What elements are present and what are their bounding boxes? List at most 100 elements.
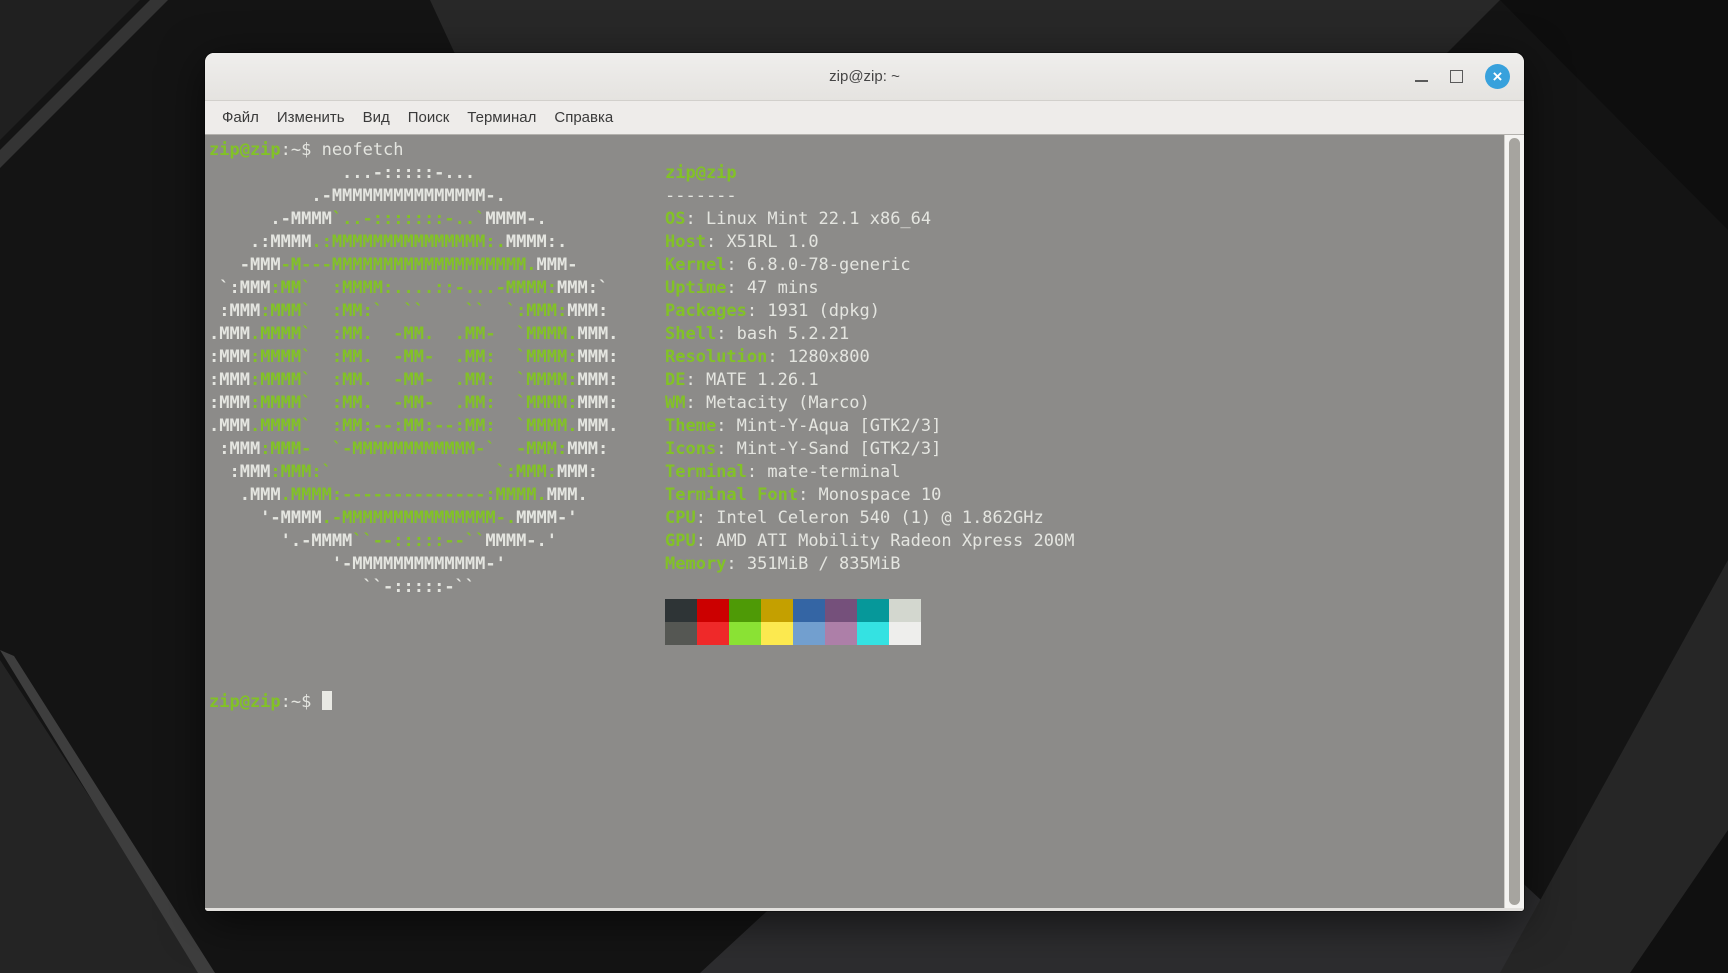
info-row: DE: MATE 1.26.1 (665, 369, 1074, 392)
art-segment: `:MMM (209, 278, 271, 298)
color-palette-row-2 (665, 622, 1074, 645)
info-row: Icons: Mint-Y-Sand [GTK2/3] (665, 438, 1074, 461)
info-label: GPU (665, 531, 696, 551)
window-controls: × (1415, 53, 1510, 100)
info-label: Memory (665, 554, 727, 574)
info-label: WM (665, 393, 686, 413)
prompt-colon: : (280, 140, 291, 160)
palette-swatch (665, 599, 697, 622)
info-separator: : (716, 416, 737, 436)
minimize-icon (1415, 80, 1428, 82)
art-segment: .MMM (209, 416, 250, 436)
prompt-dollar: $ (301, 692, 322, 712)
art-segment: MMMM:. (505, 232, 568, 252)
info-separator: : (685, 393, 706, 413)
info-value: Monospace 10 (818, 485, 942, 505)
info-value: X51RL 1.0 (726, 232, 819, 252)
info-row: Terminal: mate-terminal (665, 461, 1074, 484)
info-row: Host: X51RL 1.0 (665, 231, 1074, 254)
art-segment: MMM. (546, 485, 588, 505)
info-value: Mint-Y-Sand [GTK2/3] (736, 439, 942, 459)
info-separator: : (746, 462, 768, 482)
info-label: Host (665, 232, 706, 252)
art-segment: .:MMMMMMMMMMMMMMM:. (311, 232, 506, 252)
info-value: Metacity (Marco) (705, 393, 870, 413)
art-segment: :MMM:` `:MMM: (270, 462, 557, 482)
palette-swatch (825, 599, 857, 622)
typed-command: neofetch (321, 140, 404, 160)
info-label: CPU (665, 508, 696, 528)
info-row: Kernel: 6.8.0-78-generic (665, 254, 1074, 277)
info-label: Theme (665, 416, 717, 436)
info-value: Intel Celeron 540 (1) @ 1.862GHz (716, 508, 1044, 528)
info-label: Shell (665, 324, 717, 344)
terminal-viewport[interactable]: zip@zip:~$ neofetch ...-:::::-... .-MMMM… (205, 135, 1524, 908)
art-segment: -M---MMMMMMMMMMMMMMMMMMM. (280, 255, 537, 275)
info-separator: : (746, 301, 768, 321)
info-row: WM: Metacity (Marco) (665, 392, 1074, 415)
art-segment: '.-MMMM (209, 531, 353, 551)
close-button[interactable]: × (1485, 64, 1510, 89)
info-title: zip@zip (665, 163, 737, 183)
info-value: 1931 (dpkg) (767, 301, 880, 321)
info-separator: : (726, 255, 747, 275)
info-label: Icons (665, 439, 717, 459)
info-label: Kernel (665, 255, 727, 275)
prompt-user-host: zip@zip (209, 692, 281, 712)
info-separator: : (767, 347, 788, 367)
menu-item-file[interactable]: Файл (213, 109, 268, 126)
art-segment: ...-:::::-... (209, 163, 476, 183)
palette-swatch (793, 622, 825, 645)
art-segment: .MMM (209, 485, 281, 505)
prompt-user-host: zip@zip (209, 140, 281, 160)
art-segment: :MMMM` :MM. -MM- .MM: `MMMM: (249, 393, 578, 413)
info-label: Resolution (665, 347, 768, 367)
info-row: Memory: 351MiB / 835MiB (665, 553, 1074, 576)
art-segment: '-MMMM (209, 508, 322, 528)
maximize-button[interactable] (1450, 70, 1463, 83)
info-separator: : (716, 324, 737, 344)
menu-item-edit[interactable]: Изменить (268, 109, 354, 126)
palette-swatch (729, 599, 761, 622)
art-segment: :MMM (209, 301, 261, 321)
prompt-path: ~ (290, 140, 302, 160)
info-label: Packages (665, 301, 747, 321)
info-separator: : (798, 485, 819, 505)
neofetch-info: zip@zip ------- OS: Linux Mint 22.1 x86_64… (665, 162, 1074, 645)
terminal-content[interactable]: zip@zip:~$ neofetch ...-:::::-... .-MMMM… (205, 135, 1504, 908)
palette-swatch (697, 599, 729, 622)
info-label: DE (665, 370, 686, 390)
art-segment: :MMM` :MM:` `` `` `:MMM: (260, 301, 568, 321)
art-segment: MMM- (536, 255, 578, 275)
info-value: mate-terminal (767, 462, 901, 482)
scrollbar[interactable] (1504, 135, 1524, 908)
art-segment: .MMMM:--------------:MMMM. (280, 485, 547, 505)
info-underline: ------- (665, 186, 737, 206)
menu-item-help[interactable]: Справка (545, 109, 622, 126)
info-separator: : (716, 439, 737, 459)
info-value: 351MiB / 835MiB (746, 554, 901, 574)
info-row: GPU: AMD ATI Mobility Radeon Xpress 200M (665, 530, 1074, 553)
menu-item-terminal[interactable]: Терминал (458, 109, 545, 126)
art-segment: .MMMM` :MM:--:MM:--:MM: `MMMM. (249, 416, 578, 436)
art-segment: :MMM (209, 462, 271, 482)
title-bar[interactable]: zip@zip: ~ × (205, 53, 1524, 101)
info-separator: : (726, 554, 747, 574)
menu-item-view[interactable]: Вид (354, 109, 399, 126)
info-separator: : (705, 232, 727, 252)
palette-swatch (857, 622, 889, 645)
info-label: Uptime (665, 278, 727, 298)
minimize-button[interactable] (1415, 71, 1428, 82)
terminal-window: zip@zip: ~ × Файл Изменить Вид Поиск Термина… (205, 53, 1524, 911)
palette-swatch (889, 599, 921, 622)
info-value: MATE 1.26.1 (705, 370, 819, 390)
window-title: zip@zip: ~ (829, 68, 900, 85)
art-segment: MMM:` (557, 278, 609, 298)
info-separator: : (726, 278, 747, 298)
art-segment: -MMM (209, 255, 281, 275)
art-segment: MMM: (557, 462, 598, 482)
menu-item-search[interactable]: Поиск (399, 109, 459, 126)
info-separator: : (695, 508, 717, 528)
scrollbar-thumb[interactable] (1509, 138, 1520, 905)
